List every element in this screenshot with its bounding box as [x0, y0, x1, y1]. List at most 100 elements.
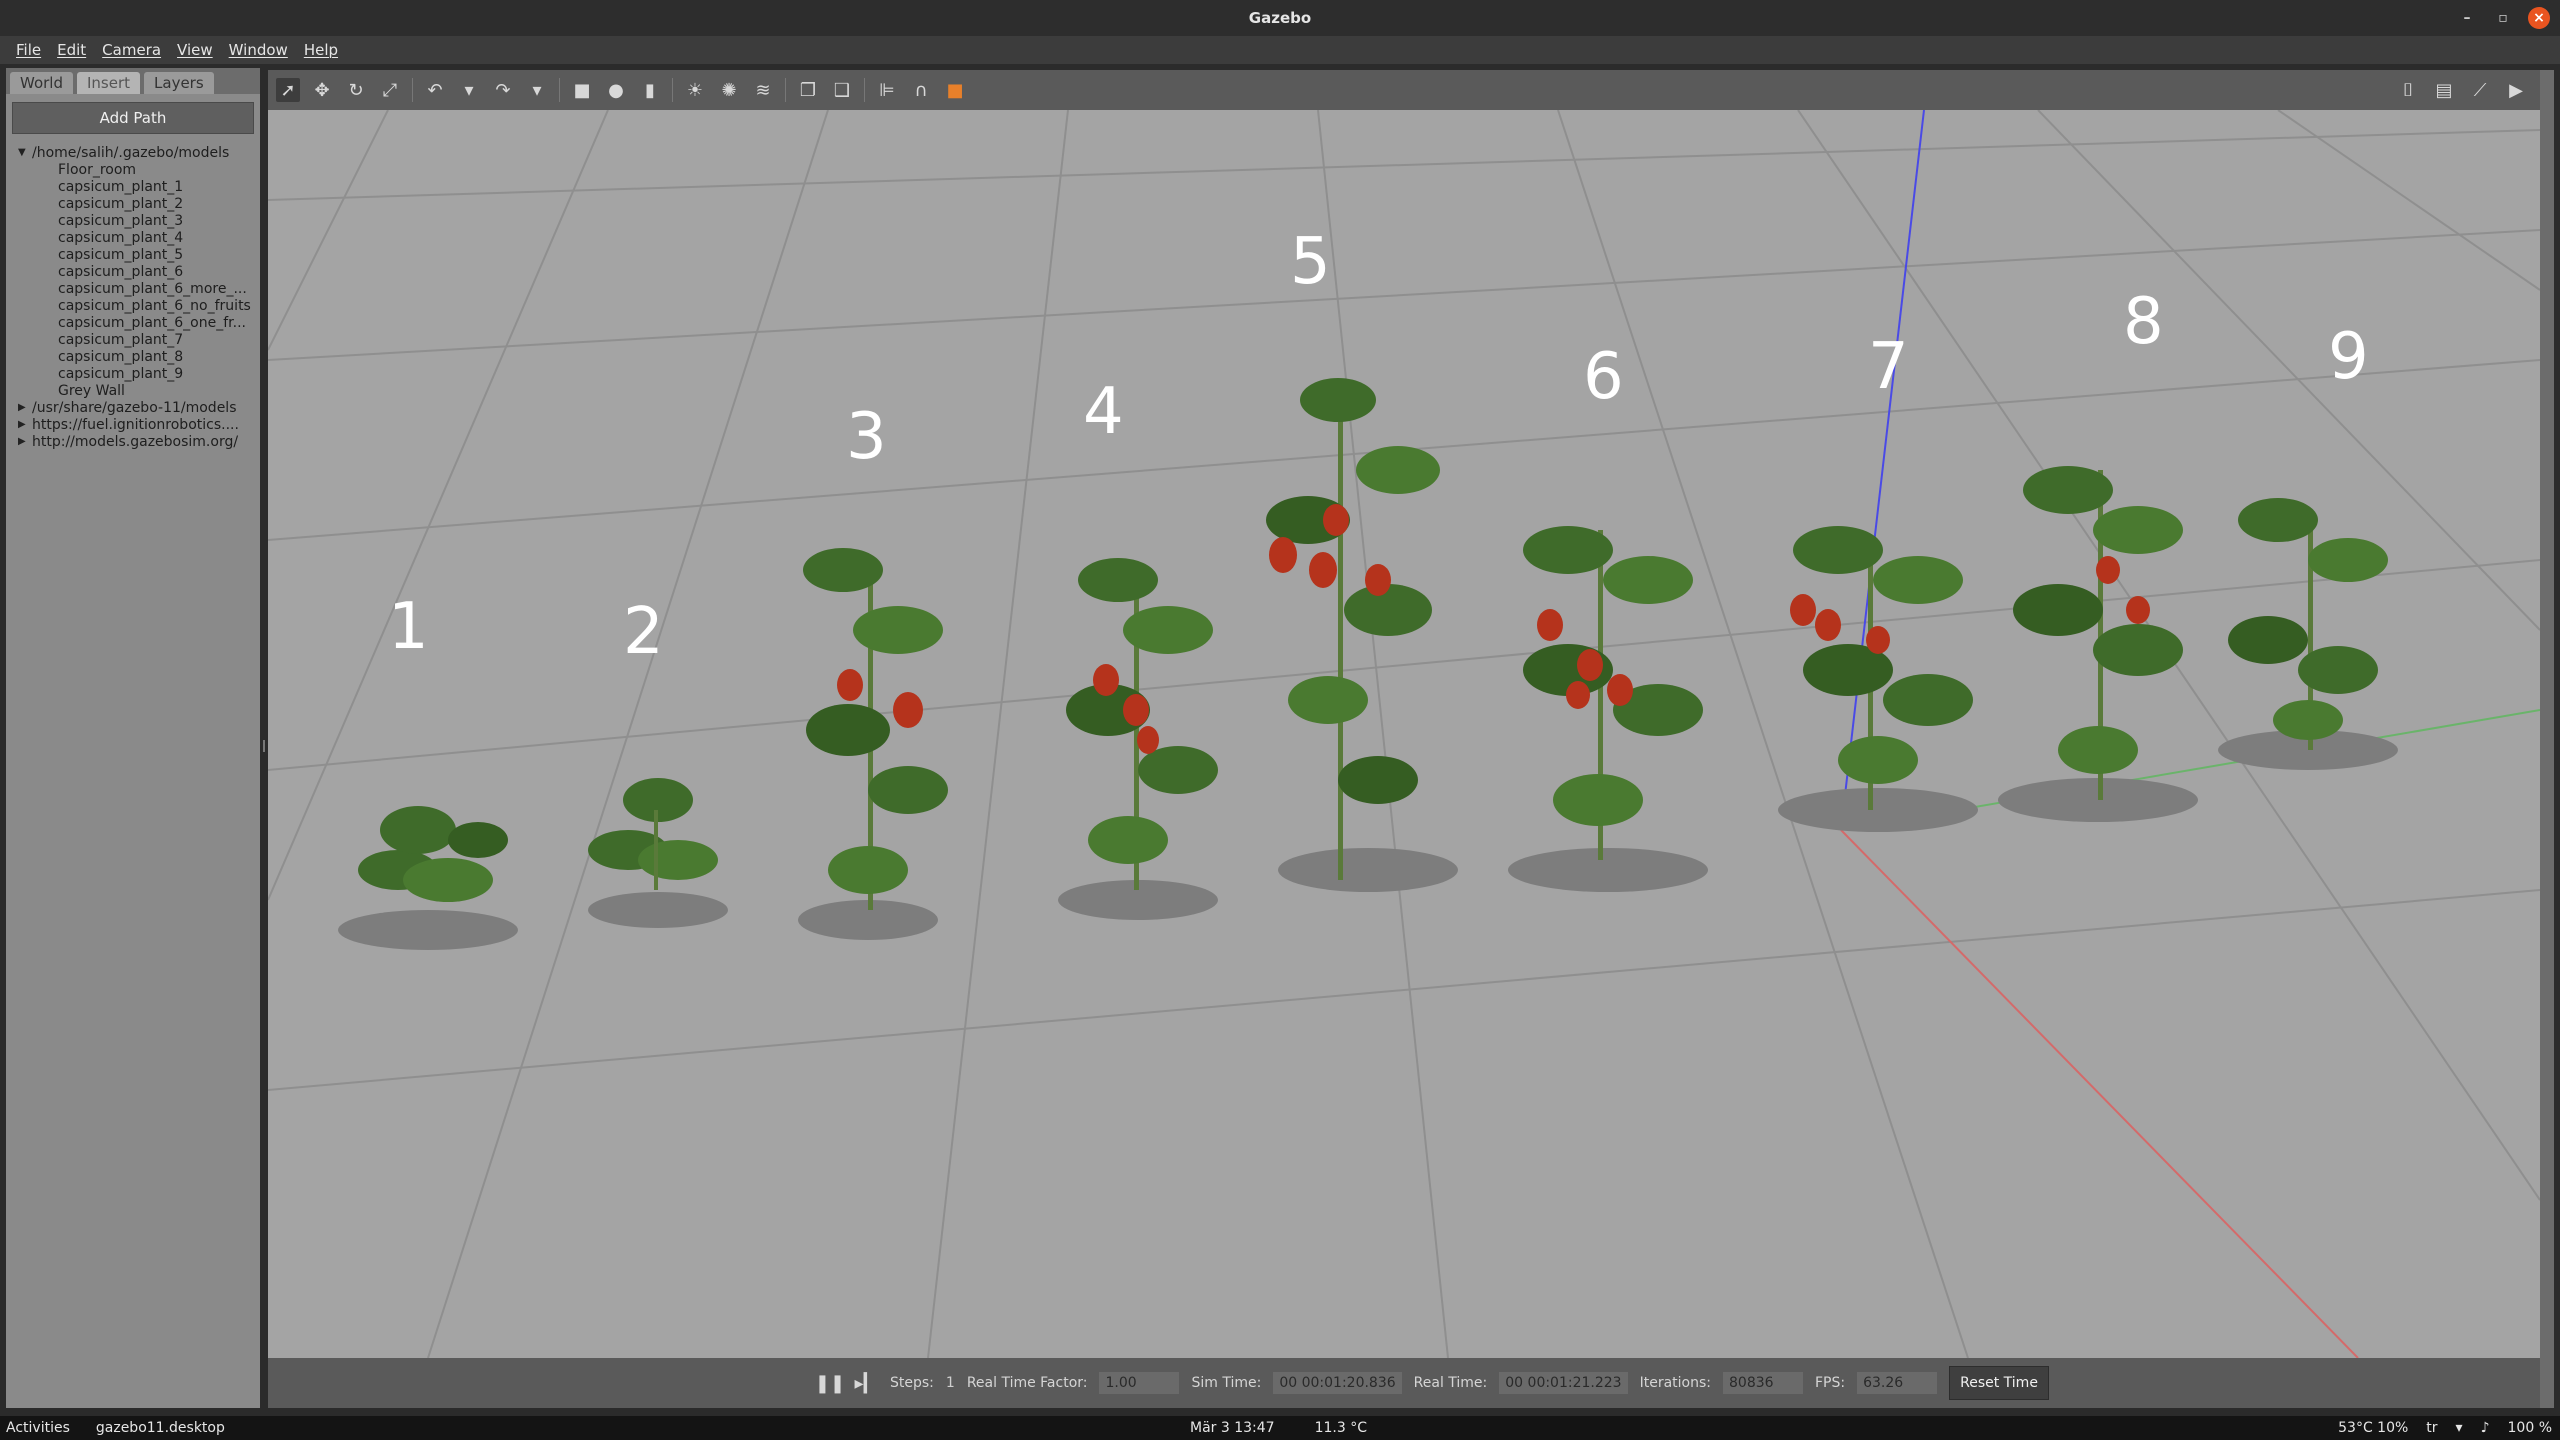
tree-item[interactable]: capsicum_plant_4 — [18, 229, 260, 246]
copy-icon[interactable]: ❐ — [796, 78, 820, 102]
step-icon[interactable]: ▸▎ — [854, 1371, 878, 1395]
tree-root-usr-models[interactable]: ▶ /usr/share/gazebo-11/models — [18, 399, 260, 416]
iterations-value: 80836 — [1723, 1372, 1803, 1394]
tree-item[interactable]: Floor_room — [18, 161, 260, 178]
volume-icon[interactable]: ♪ — [2481, 1420, 2490, 1436]
tree-root-gazebosim[interactable]: ▶ http://models.gazebosim.org/ — [18, 433, 260, 450]
menu-file[interactable]: File — [8, 41, 49, 59]
toolbar-separator — [412, 78, 413, 102]
tree-root-label: http://models.gazebosim.org/ — [32, 433, 239, 450]
title-bar: Gazebo – ▫ × — [0, 0, 2560, 36]
pause-icon[interactable]: ❚❚ — [815, 1371, 845, 1395]
model-tree: ▼ /home/salih/.gazebo/models Floor_room … — [6, 144, 260, 450]
tab-layers[interactable]: Layers — [144, 72, 214, 94]
toolbar-separator — [672, 78, 673, 102]
status-bar: ❚❚ ▸▎ Steps: 1 Real Time Factor: 1.00 Si… — [268, 1358, 2540, 1408]
3d-viewport[interactable]: 1 2 3 4 5 6 7 8 9 — [268, 110, 2540, 1358]
tree-root-label: /home/salih/.gazebo/models — [32, 144, 230, 161]
menu-edit[interactable]: Edit — [49, 41, 94, 59]
tree-item[interactable]: capsicum_plant_1 — [18, 178, 260, 195]
snap-icon[interactable]: ∩ — [909, 78, 933, 102]
scene-canvas — [268, 110, 2540, 1358]
plant-number-label: 7 — [1868, 330, 1909, 404]
battery-level[interactable]: 100 % — [2508, 1420, 2552, 1436]
panel-tabs: World Insert Layers — [6, 68, 260, 94]
activities-button[interactable]: Activities — [6, 1420, 70, 1436]
tree-item[interactable]: capsicum_plant_5 — [18, 246, 260, 263]
tree-item[interactable]: capsicum_plant_6_no_fruits — [18, 297, 260, 314]
align-icon[interactable]: ⊫ — [875, 78, 899, 102]
steps-spinbox[interactable]: 1 — [946, 1375, 955, 1391]
left-panel: World Insert Layers Add Path ▼ /home/sal… — [6, 68, 260, 1408]
real-time-label: Real Time: — [1413, 1375, 1488, 1391]
tree-item[interactable]: capsicum_plant_6_more_... — [18, 280, 260, 297]
directional-light-icon[interactable]: ≋ — [751, 78, 775, 102]
network-icon[interactable]: ▾ — [2456, 1420, 2463, 1436]
paste-icon[interactable]: ❑ — [830, 78, 854, 102]
undo-icon[interactable]: ↶ — [423, 78, 447, 102]
keyboard-layout[interactable]: tr — [2426, 1420, 2437, 1436]
plant-number-label: 3 — [846, 400, 887, 474]
sphere-shape-icon[interactable]: ● — [604, 78, 628, 102]
tab-world[interactable]: World — [10, 72, 73, 94]
tree-item[interactable]: capsicum_plant_9 — [18, 365, 260, 382]
close-button[interactable]: × — [2528, 7, 2550, 29]
tree-item[interactable]: capsicum_plant_6 — [18, 263, 260, 280]
iterations-label: Iterations: — [1639, 1375, 1711, 1391]
point-light-icon[interactable]: ☀ — [683, 78, 707, 102]
plant-number-label: 9 — [2328, 320, 2369, 394]
tree-item[interactable]: capsicum_plant_8 — [18, 348, 260, 365]
change-view-icon[interactable]: ■ — [943, 78, 967, 102]
translate-mode-icon[interactable]: ✥ — [310, 78, 334, 102]
tree-root-fuel[interactable]: ▶ https://fuel.ignitionrobotics.... — [18, 416, 260, 433]
box-shape-icon[interactable]: ■ — [570, 78, 594, 102]
plant-number-label: 2 — [623, 595, 664, 669]
collapsed-arrow-icon: ▶ — [18, 402, 26, 413]
screenshot-icon[interactable]: ⌷ — [2396, 78, 2420, 102]
add-path-button[interactable]: Add Path — [12, 102, 254, 134]
tree-item[interactable]: Grey Wall — [18, 382, 260, 399]
tree-item[interactable]: capsicum_plant_6_one_fr... — [18, 314, 260, 331]
window-title: Gazebo — [1248, 9, 1312, 27]
menu-window[interactable]: Window — [221, 41, 296, 59]
real-time-value: 00 00:01:21.223 — [1499, 1372, 1628, 1394]
rtf-value: 1.00 — [1099, 1372, 1180, 1394]
menu-camera[interactable]: Camera — [94, 41, 169, 59]
tree-root-label: https://fuel.ignitionrobotics.... — [32, 416, 239, 433]
sim-time-value: 00 00:01:20.836 — [1273, 1372, 1402, 1394]
tree-item[interactable]: capsicum_plant_7 — [18, 331, 260, 348]
collapsed-arrow-icon: ▶ — [18, 436, 26, 447]
panel-splitter-handle[interactable] — [263, 740, 265, 752]
cpu-temp[interactable]: 53°C 10% — [2338, 1420, 2408, 1436]
clock[interactable]: Mär 3 13:47 — [1190, 1420, 1275, 1436]
undo-history-icon[interactable]: ▾ — [457, 78, 481, 102]
select-mode-icon[interactable]: ➚ — [276, 78, 300, 102]
menu-view[interactable]: View — [169, 41, 221, 59]
tree-root-home-models[interactable]: ▼ /home/salih/.gazebo/models — [18, 144, 260, 161]
cylinder-shape-icon[interactable]: ▮ — [638, 78, 662, 102]
tree-item[interactable]: capsicum_plant_2 — [18, 195, 260, 212]
plot-icon[interactable]: ⟋ — [2468, 78, 2492, 102]
redo-icon[interactable]: ↷ — [491, 78, 515, 102]
spot-light-icon[interactable]: ✺ — [717, 78, 741, 102]
rotate-mode-icon[interactable]: ↻ — [344, 78, 368, 102]
weather[interactable]: 11.3 °C — [1315, 1420, 1367, 1436]
plant-number-label: 1 — [388, 590, 429, 664]
fps-label: FPS: — [1815, 1375, 1846, 1391]
expanded-arrow-icon: ▼ — [18, 147, 26, 158]
scale-mode-icon[interactable]: ⤢ — [378, 78, 402, 102]
plant-number-label: 8 — [2123, 285, 2164, 359]
video-record-icon[interactable]: ▶ — [2504, 78, 2528, 102]
redo-history-icon[interactable]: ▾ — [525, 78, 549, 102]
maximize-button[interactable]: ▫ — [2492, 7, 2514, 29]
plant-number-label: 6 — [1583, 340, 1624, 414]
menu-help[interactable]: Help — [296, 41, 346, 59]
tab-insert[interactable]: Insert — [77, 72, 141, 94]
reset-time-button[interactable]: Reset Time — [1949, 1366, 2049, 1400]
right-panel-collapsed[interactable] — [2540, 70, 2554, 1408]
log-data-icon[interactable]: ▤ — [2432, 78, 2456, 102]
minimize-button[interactable]: – — [2456, 7, 2478, 29]
app-indicator[interactable]: gazebo11.desktop — [96, 1420, 225, 1436]
toolbar-separator — [864, 78, 865, 102]
tree-item[interactable]: capsicum_plant_3 — [18, 212, 260, 229]
